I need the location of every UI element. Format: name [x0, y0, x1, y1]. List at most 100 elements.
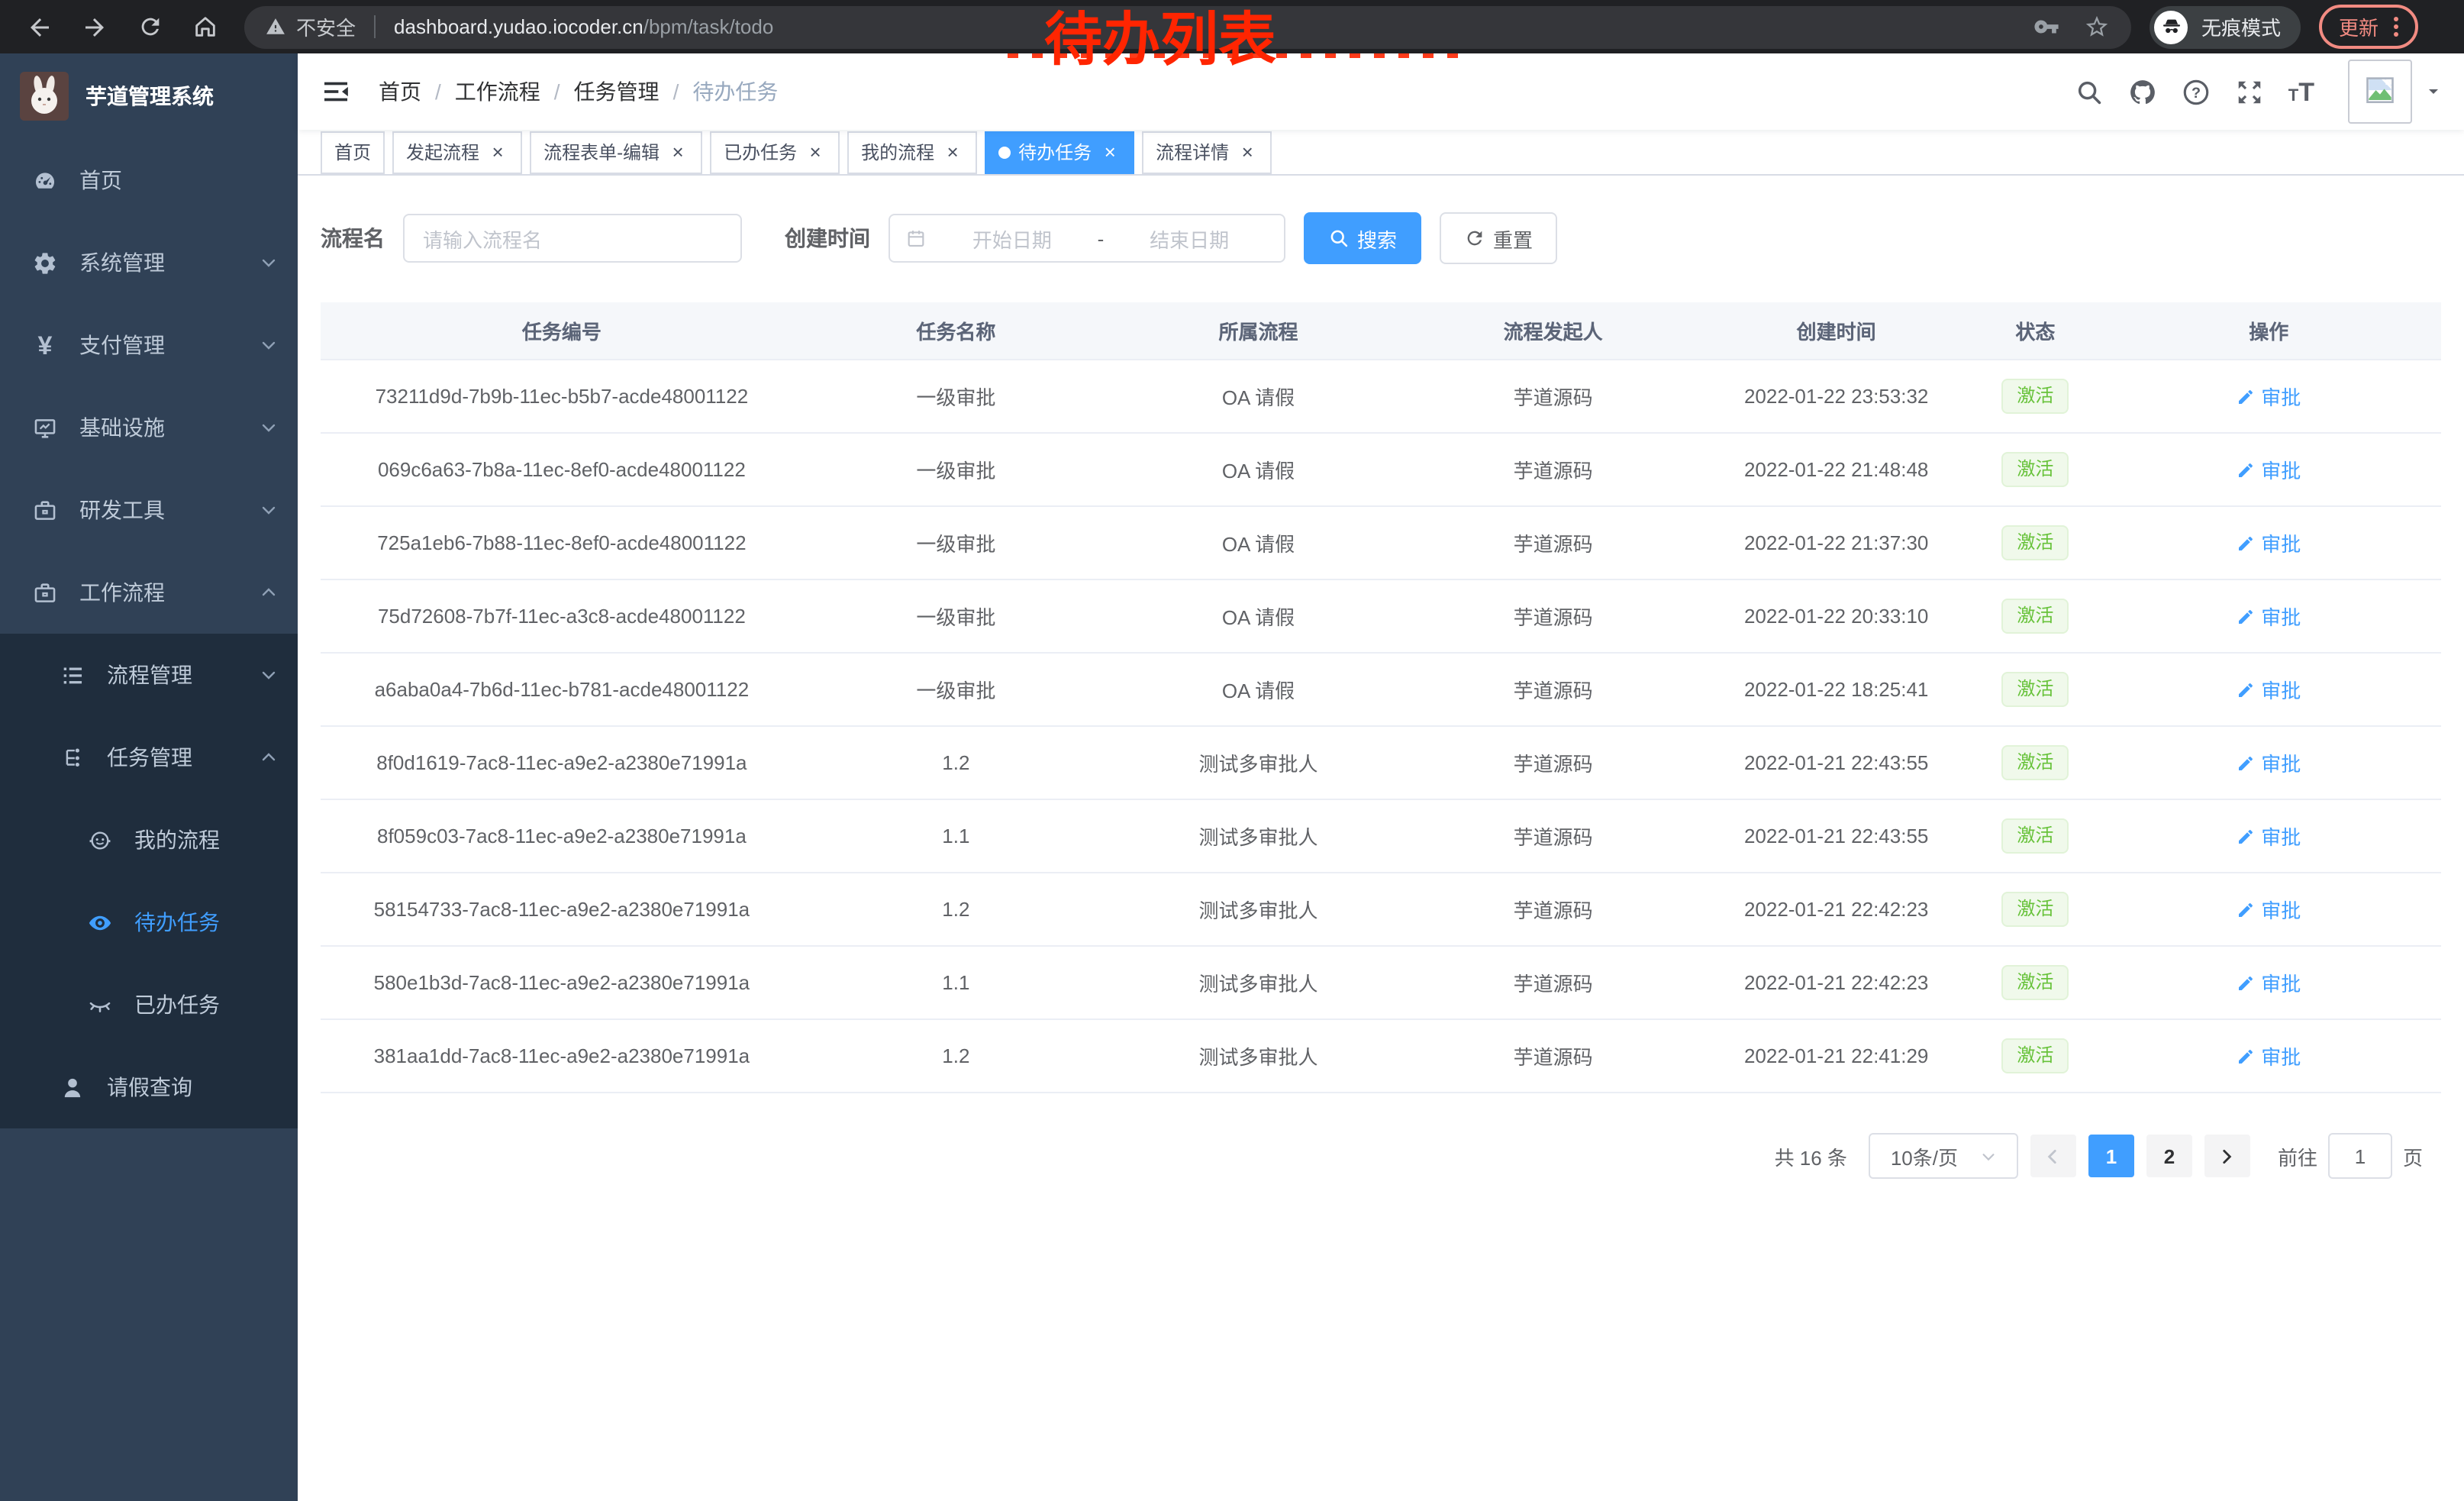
sidebar-item-system[interactable]: 系统管理: [0, 221, 298, 304]
status-badge: 激活: [2001, 745, 2069, 780]
cell-task-name: 1.1: [803, 946, 1109, 1019]
password-key-icon[interactable]: [2033, 14, 2059, 40]
sidebar-item-my-process[interactable]: 我的流程: [0, 799, 298, 881]
sidebar-item-infra[interactable]: 基础设施: [0, 386, 298, 469]
cell-task-name: 一级审批: [803, 579, 1109, 653]
cell-task-name: 一级审批: [803, 653, 1109, 726]
table-row: 381aa1dd-7ac8-11ec-a9e2-a2380e71991a 1.2…: [321, 1019, 2441, 1093]
prev-page-button[interactable]: [2030, 1135, 2076, 1177]
toolbox-icon: [32, 497, 58, 523]
sidebar-item-leave-query[interactable]: 请假查询: [0, 1046, 298, 1128]
sidebar-item-todo-tasks[interactable]: 待办任务: [0, 881, 298, 964]
help-icon[interactable]: ?: [2182, 77, 2211, 106]
search-icon[interactable]: [2075, 77, 2104, 106]
sidebar-item-task-mgmt[interactable]: 任务管理: [0, 716, 298, 799]
next-page-button[interactable]: [2204, 1135, 2250, 1177]
avatar[interactable]: [2348, 60, 2412, 124]
status-badge: 激活: [2001, 1038, 2069, 1073]
table-body: 73211d9d-7b9b-11ec-b5b7-acde48001122 一级审…: [321, 360, 2441, 1093]
cell-task-id: 580e1b3d-7ac8-11ec-a9e2-a2380e71991a: [321, 946, 803, 1019]
col-created: 创建时间: [1698, 302, 1974, 360]
tab-done-tasks[interactable]: 已办任务×: [710, 131, 840, 173]
date-range-picker[interactable]: 开始日期 - 结束日期: [889, 214, 1285, 263]
approve-button[interactable]: 审批: [2237, 602, 2301, 631]
reset-button[interactable]: 重置: [1440, 212, 1557, 264]
cell-created: 2022-01-22 23:53:32: [1698, 360, 1974, 433]
bookmark-star-icon[interactable]: [2084, 14, 2110, 40]
page-1-button[interactable]: 1: [2088, 1135, 2134, 1177]
approve-button[interactable]: 审批: [2237, 675, 2301, 704]
fullscreen-icon[interactable]: [2235, 77, 2264, 106]
close-icon[interactable]: ×: [667, 141, 689, 163]
chevron-left-icon: [2043, 1146, 2063, 1166]
approve-button[interactable]: 审批: [2237, 528, 2301, 557]
approve-button[interactable]: 审批: [2237, 455, 2301, 484]
browser-menu-icon[interactable]: [2394, 17, 2398, 37]
breadcrumb-task-mgmt[interactable]: 任务管理: [574, 76, 660, 107]
breadcrumb-current: 待办任务: [692, 76, 778, 107]
status-badge: 激活: [2001, 525, 2069, 560]
omnibox-divider: [374, 15, 376, 38]
close-icon[interactable]: ×: [805, 141, 826, 163]
sidebar-item-workflow[interactable]: 工作流程: [0, 551, 298, 634]
breadcrumb-separator: /: [554, 79, 560, 104]
close-icon[interactable]: ×: [487, 141, 508, 163]
status-badge: 激活: [2001, 452, 2069, 487]
breadcrumb-workflow[interactable]: 工作流程: [455, 76, 540, 107]
table-row: 8f0d1619-7ac8-11ec-a9e2-a2380e71991a 1.2…: [321, 726, 2441, 799]
cell-starter: 芋道源码: [1408, 360, 1698, 433]
approve-button[interactable]: 审批: [2237, 822, 2301, 851]
process-name-input[interactable]: 请输入流程名: [403, 214, 742, 263]
chevron-right-icon: [2217, 1146, 2237, 1166]
page-size-select[interactable]: 10条/页: [1869, 1133, 2018, 1179]
sidebar-collapse-icon[interactable]: [321, 76, 351, 107]
cell-process: 测试多审批人: [1109, 873, 1408, 946]
sidebar-item-process-mgmt[interactable]: 流程管理: [0, 634, 298, 716]
tab-todo-tasks[interactable]: 待办任务×: [985, 131, 1134, 173]
tab-form-edit[interactable]: 流程表单-编辑×: [530, 131, 702, 173]
gear-icon: [32, 250, 58, 276]
status-badge: 激活: [2001, 379, 2069, 414]
sidebar-item-done-tasks[interactable]: 已办任务: [0, 964, 298, 1046]
search-icon: [1328, 228, 1350, 249]
approve-button[interactable]: 审批: [2237, 748, 2301, 777]
browser-reload-button[interactable]: [130, 7, 169, 47]
cell-starter: 芋道源码: [1408, 1019, 1698, 1093]
sidebar-item-home[interactable]: 首页: [0, 139, 298, 221]
table-header: 任务编号 任务名称 所属流程 流程发起人 创建时间 状态 操作: [321, 302, 2441, 360]
tab-home[interactable]: 首页: [321, 131, 385, 173]
browser-forward-button[interactable]: [75, 7, 114, 47]
person-icon: [60, 1074, 85, 1100]
browser-back-button[interactable]: [20, 7, 60, 47]
pencil-icon: [2237, 607, 2255, 625]
breadcrumb-home[interactable]: 首页: [379, 76, 421, 107]
goto-page-input[interactable]: 1: [2328, 1133, 2392, 1179]
cell-task-id: 58154733-7ac8-11ec-a9e2-a2380e71991a: [321, 873, 803, 946]
tab-start-process[interactable]: 发起流程×: [392, 131, 522, 173]
sidebar-item-devtools[interactable]: 研发工具: [0, 469, 298, 551]
process-name-label: 流程名: [321, 223, 385, 253]
tab-process-detail[interactable]: 流程详情×: [1142, 131, 1272, 173]
avatar-caret-icon[interactable]: [2424, 82, 2443, 101]
font-size-icon[interactable]: TT: [2288, 79, 2314, 105]
close-icon[interactable]: ×: [1099, 141, 1121, 163]
approve-button[interactable]: 审批: [2237, 382, 2301, 411]
sidebar-item-label: 任务管理: [107, 742, 192, 773]
search-button[interactable]: 搜索: [1304, 212, 1421, 264]
close-icon[interactable]: ×: [942, 141, 963, 163]
approve-button[interactable]: 审批: [2237, 1041, 2301, 1070]
col-actions: 操作: [2097, 302, 2441, 360]
sidebar-item-payment[interactable]: ¥ 支付管理: [0, 304, 298, 386]
close-icon[interactable]: ×: [1237, 141, 1258, 163]
browser-update-button[interactable]: 更新: [2319, 5, 2418, 49]
chevron-up-icon: [260, 748, 278, 767]
approve-button[interactable]: 审批: [2237, 895, 2301, 924]
cell-task-id: 75d72608-7b7f-11ec-a3c8-acde48001122: [321, 579, 803, 653]
page-2-button[interactable]: 2: [2146, 1135, 2192, 1177]
browser-home-button[interactable]: [185, 7, 224, 47]
sidebar-item-label: 我的流程: [134, 825, 220, 855]
github-icon[interactable]: [2128, 77, 2157, 106]
approve-button[interactable]: 审批: [2237, 968, 2301, 997]
refresh-icon: [1464, 228, 1485, 249]
tab-my-process[interactable]: 我的流程×: [847, 131, 977, 173]
